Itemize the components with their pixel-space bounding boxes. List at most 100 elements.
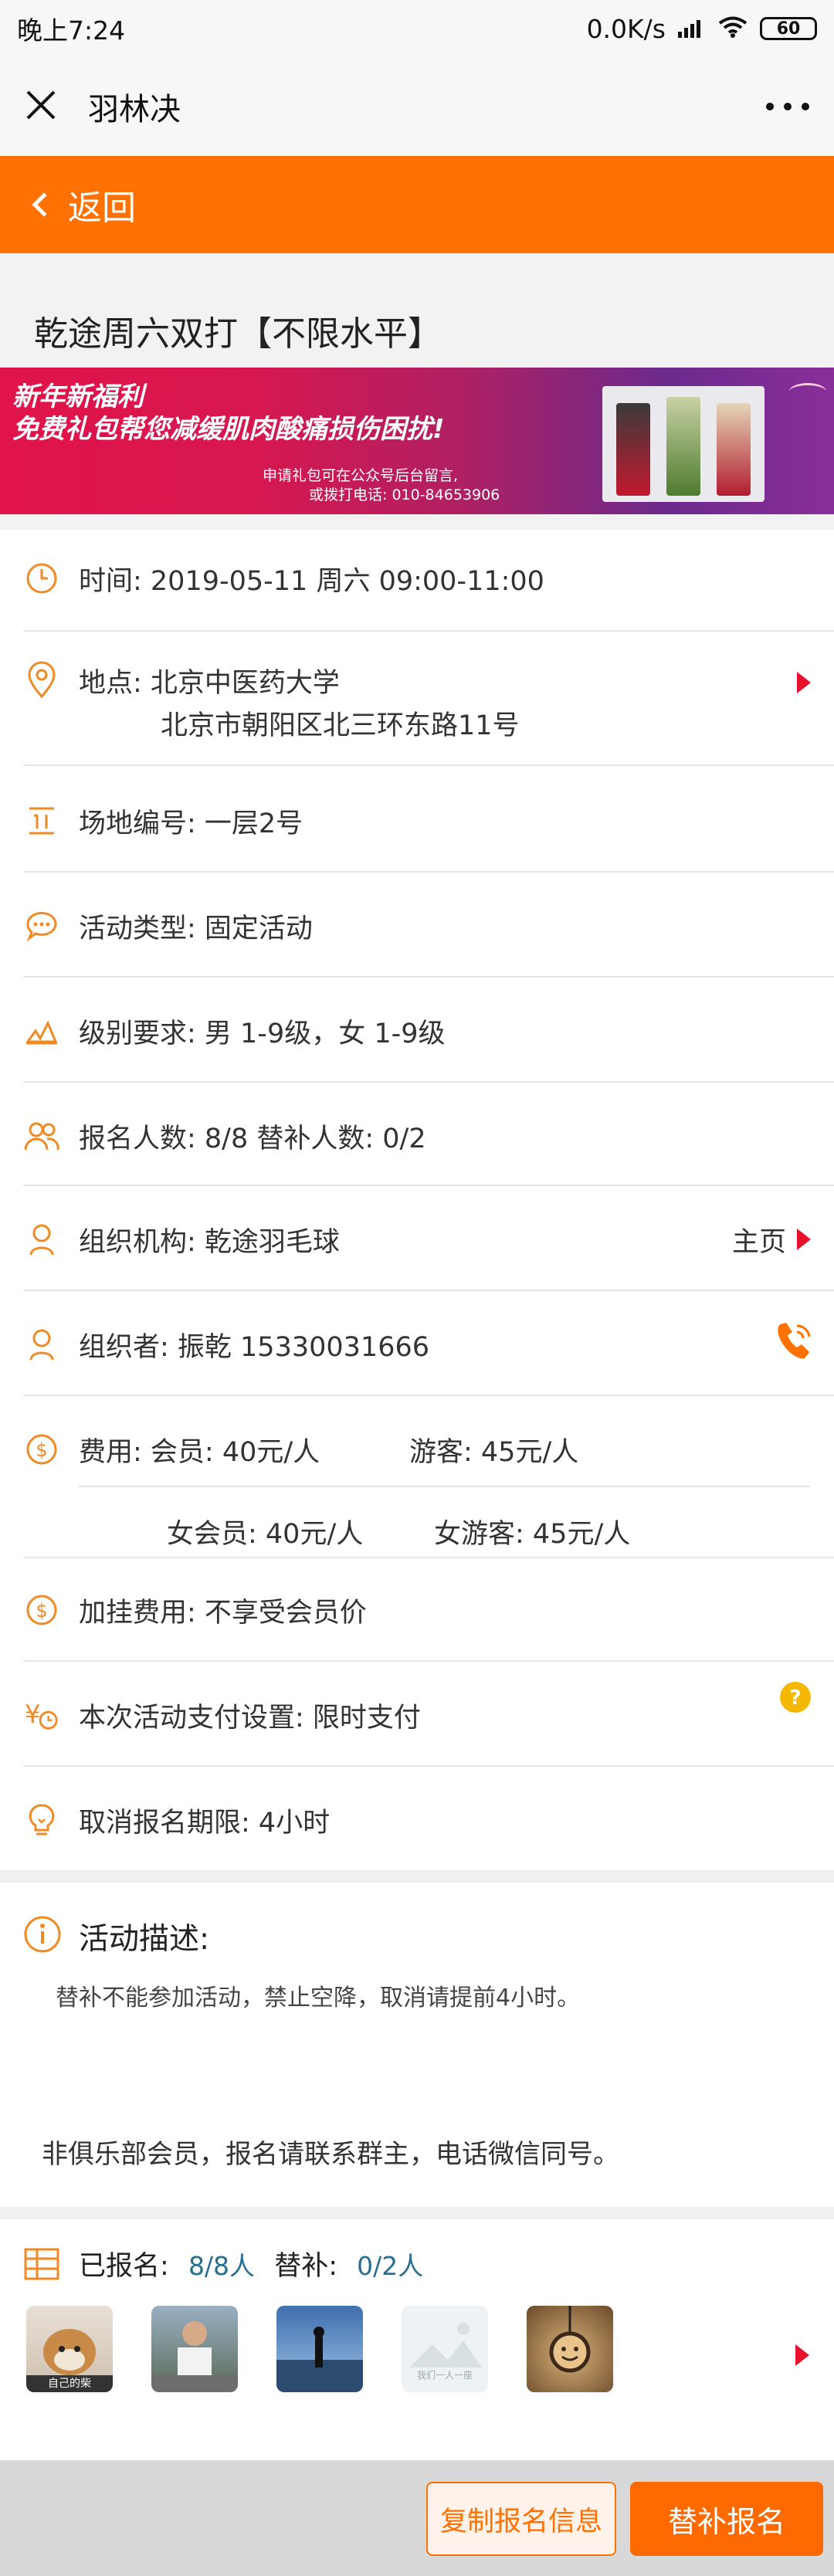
divider [23,871,834,873]
type-text: 活动类型: 固定活动 [79,913,313,944]
row-cancel: 取消报名期限: 4小时 [0,1795,834,1846]
fee-member: 费用: 会员: 40元/人 [79,1436,320,1468]
org-homepage-link[interactable]: 主页 [732,1220,786,1259]
signed-count: 8/8人 [188,2251,256,2281]
chevron-right-icon [797,672,811,693]
fee-guest: 游客: 45元/人 [409,1436,579,1468]
location-address: 北京市朝阳区北三环东路11号 [161,710,520,741]
org-text: 组织机构: 乾途羽毛球 [79,1226,340,1258]
section-gap [0,2207,834,2219]
dollar-icon: $ [23,1431,60,1468]
location-text: 地点: 北京中医药大学 北京市朝阳区北三环东路11号 [79,661,520,743]
svg-text:$: $ [36,1439,47,1461]
product-tube-red [616,403,651,496]
banner-note: 申请礼包可在公众号后台留言, [263,467,459,484]
activity-title: 乾途周六双打【不限水平】 [0,293,834,368]
divider [23,1765,834,1767]
person-icon [23,1326,60,1363]
promo-banner[interactable]: 新年新福利 免费礼包帮您减缓肌肉酸痛损伤困扰! 申请礼包可在公众号后台留言, 或… [0,368,834,514]
svg-text:?: ? [789,1686,801,1710]
count-text: 报名人数: 8/8 替补人数: 0/2 [79,1123,426,1154]
court-text: 场地编号: 一层2号 [79,808,303,839]
divider [23,1290,834,1291]
row-location[interactable]: 地点: 北京中医药大学 北京市朝阳区北三环东路11号 [0,661,834,741]
divider [23,630,834,632]
time-text: 时间: 2019-05-11 周六 09:00-11:00 [79,565,544,597]
signed-label: 已报名: [79,2251,169,2282]
signal-icon [678,14,706,44]
extra-fee-text: 加挂费用: 不享受会员价 [79,1597,367,1629]
divider [23,1557,834,1558]
gap [0,253,834,293]
svg-text:$: $ [36,1600,47,1622]
product-tube-beige [716,403,751,496]
product-tube-green [666,397,700,496]
chevron-left-icon [32,192,56,217]
description-title: 活动描述: [79,1922,210,1957]
status-right: 0.0K/s 60 [587,14,817,44]
row-payment: ¥ 本次活动支付设置: 限时支付 ? [0,1682,834,1740]
row-court: 场地编号: 一层2号 [0,795,834,846]
substitute-signup-button[interactable]: 替补报名 [630,2482,823,2556]
avatar[interactable]: 自己的柴 [26,2306,113,2392]
row-time: 时间: 2019-05-11 周六 09:00-11:00 [0,553,834,604]
row-org[interactable]: 组织机构: 乾途羽毛球 主页 [0,1214,834,1265]
nav-bar: 羽林决 [0,57,834,156]
row-fee-women: 女会员: 40元/人 女游客: 45元/人 [0,1506,834,1557]
phone-icon[interactable] [774,1320,814,1370]
back-button[interactable]: 返回 [0,156,834,253]
avatar-list: 自己的柴 我们一人一座 [26,2306,613,2392]
help-icon[interactable]: ? [778,1680,812,1721]
people-icon [23,1117,60,1154]
fee-female-guest: 女游客: 45元/人 [434,1518,631,1550]
yen-clock-icon: ¥ [23,1696,60,1734]
lightbulb-icon [23,1802,60,1839]
row-type: 活动类型: 固定活动 [0,900,834,951]
copy-signup-info-button[interactable]: 复制报名信息 [426,2482,616,2556]
divider [23,1081,834,1083]
person-icon [23,1221,60,1258]
product-image [602,386,764,502]
avatar[interactable] [276,2306,363,2392]
row-fee: $ 费用: 会员: 40元/人 游客: 45元/人 [0,1424,834,1475]
battery-icon: 60 [760,17,817,40]
avatar[interactable]: 我们一人一座 [402,2306,488,2392]
divider [23,1395,834,1396]
level-icon [23,1012,60,1049]
chat-bubble-icon [23,907,60,944]
cancel-text: 取消报名期限: 4小时 [79,1807,331,1839]
status-bar: 晚上7:24 0.0K/s 60 [0,0,834,57]
divider [23,764,834,766]
svg-text:¥: ¥ [25,1700,41,1730]
bottom-action-bar: 复制报名信息 替补报名 [0,2460,834,2576]
list-icon [23,2247,60,2284]
row-organizer: 组织者: 振乾 15330031666 [0,1319,834,1370]
page-title: 羽林决 [88,92,181,127]
dollar-icon: $ [23,1591,60,1629]
location-pin-icon [23,661,60,698]
court-icon [23,802,60,839]
wave-decoration [789,383,826,400]
network-speed: 0.0K/s [586,13,666,44]
row-extra-fee: $ 加挂费用: 不享受会员价 [0,1585,834,1635]
location-name: 地点: 北京中医药大学 [79,668,340,699]
signup-summary: 已报名: 8/8人 替补: 0/2人 [79,2244,423,2283]
row-level: 级别要求: 男 1-9级，女 1-9级 [0,1005,834,1056]
avatar[interactable] [527,2306,613,2392]
divider [79,1486,811,1487]
chevron-right-icon[interactable] [795,2344,809,2366]
wifi-icon [718,14,748,44]
substitute-label: 替补: [274,2251,337,2282]
separator [0,514,834,530]
more-icon[interactable] [766,103,809,110]
banner-phone: 或拨打电话: 010-84653906 [309,486,500,503]
info-icon [23,1915,62,1957]
divider [23,1185,834,1186]
avatar-caption: 我们一人一座 [416,2370,473,2381]
substitute-count: 0/2人 [357,2251,424,2281]
level-text: 级别要求: 男 1-9级，女 1-9级 [79,1018,446,1049]
avatar[interactable] [151,2306,238,2392]
close-icon[interactable] [25,89,57,124]
back-label: 返回 [68,188,136,228]
fee-female-member: 女会员: 40元/人 [167,1518,364,1550]
